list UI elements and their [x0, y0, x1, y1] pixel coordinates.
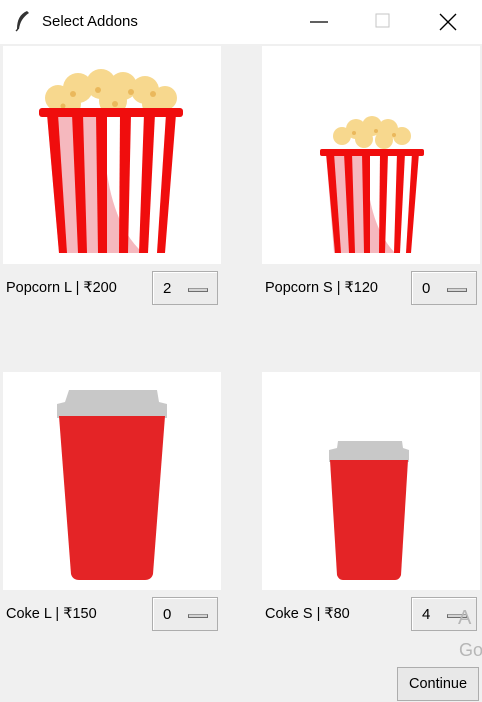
soda-cup-icon	[329, 441, 409, 580]
popcorn-bucket-icon	[39, 69, 183, 253]
activation-watermark-line2: Go	[459, 640, 482, 660]
coke-small-image	[262, 372, 480, 590]
quantity-option-menu-popcorn-large[interactable]: 2	[152, 271, 218, 305]
minimize-icon	[310, 21, 328, 23]
dropdown-indicator-icon	[188, 288, 208, 292]
quantity-value: 2	[163, 280, 172, 297]
maximize-button[interactable]	[354, 0, 410, 44]
soda-cup-icon	[57, 390, 167, 580]
dropdown-indicator-icon	[447, 288, 467, 292]
item-label-coke-large: Coke L | ₹150	[6, 606, 97, 622]
item-label-coke-small: Coke S | ₹80	[265, 606, 350, 622]
coke-large-image	[3, 372, 221, 590]
quantity-option-menu-popcorn-small[interactable]: 0	[411, 271, 477, 305]
popcorn-small-image	[262, 46, 480, 264]
title-bar: Select Addons	[0, 0, 482, 44]
item-label-popcorn-large: Popcorn L | ₹200	[6, 280, 117, 296]
quantity-value: 0	[163, 606, 172, 623]
continue-button[interactable]: Continue	[397, 667, 479, 701]
close-icon	[439, 13, 457, 31]
activation-watermark-line1: A	[458, 607, 472, 629]
window-title: Select Addons	[42, 13, 138, 30]
minimize-button[interactable]	[292, 0, 348, 44]
item-label-popcorn-small: Popcorn S | ₹120	[265, 280, 378, 296]
feather-icon	[15, 11, 29, 32]
dropdown-indicator-icon	[188, 614, 208, 618]
quantity-option-menu-coke-large[interactable]: 0	[152, 597, 218, 631]
quantity-value: 0	[422, 280, 431, 297]
maximize-icon	[375, 13, 390, 28]
popcorn-large-image	[3, 46, 221, 264]
popcorn-bucket-icon	[320, 116, 424, 253]
close-button[interactable]	[420, 0, 476, 44]
quantity-value: 4	[422, 606, 431, 623]
